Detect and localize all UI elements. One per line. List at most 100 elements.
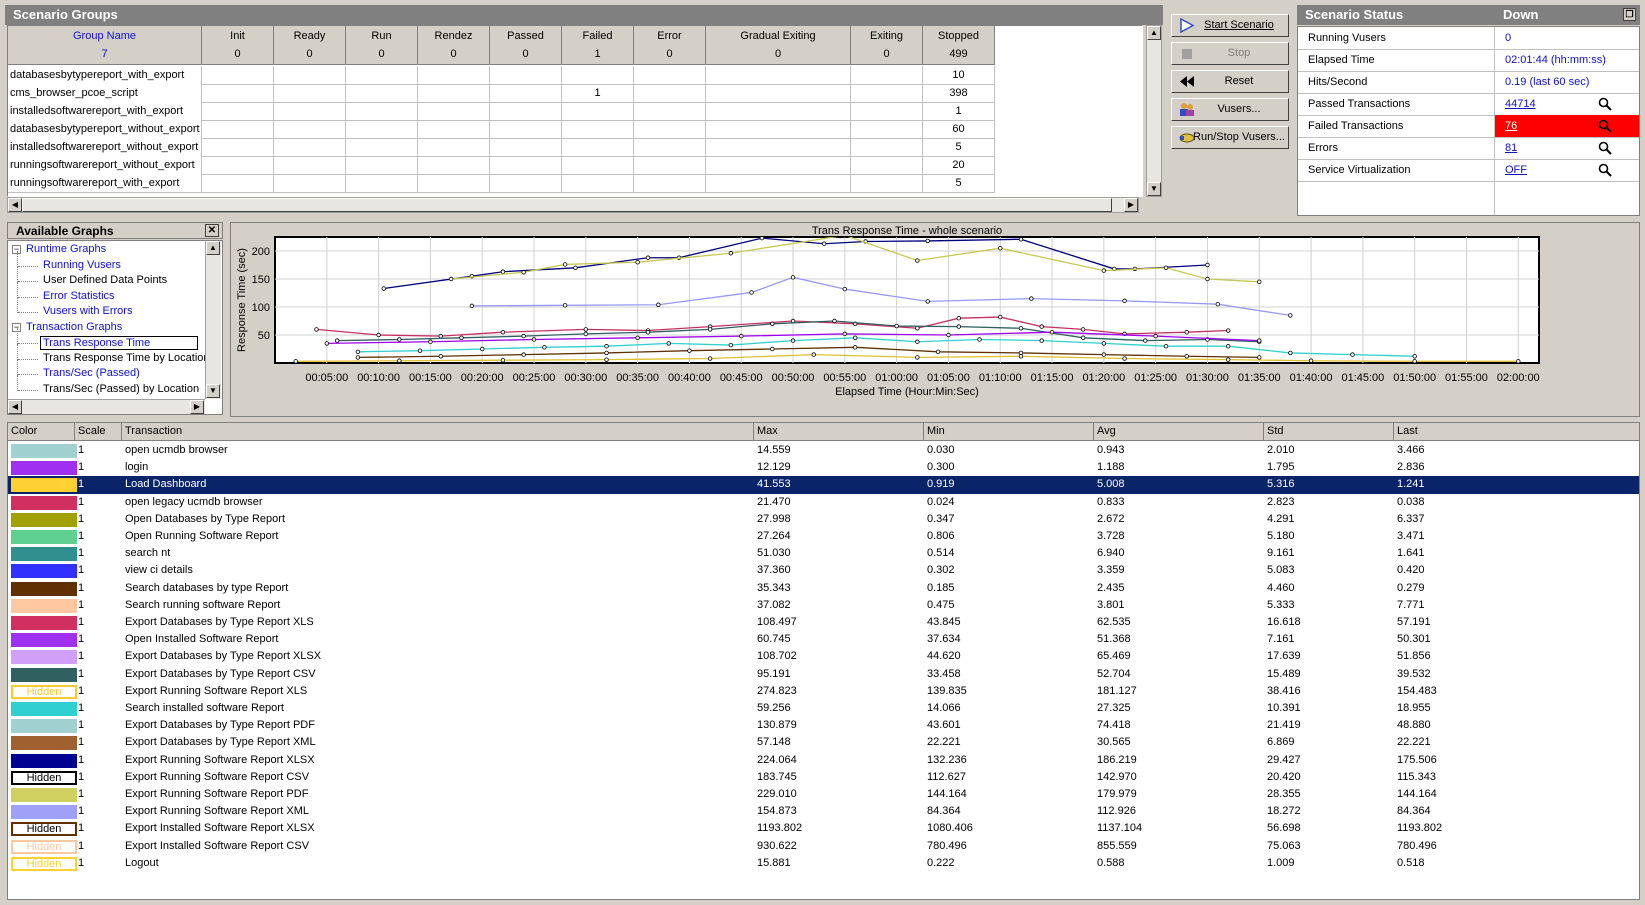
magnifier-icon[interactable]: [1598, 119, 1612, 133]
color-swatch-hidden[interactable]: Hidden: [11, 839, 77, 854]
column-header-failed[interactable]: Failed 1: [562, 26, 634, 65]
reset-button[interactable]: Reset: [1171, 70, 1289, 93]
column-header-init[interactable]: Init 0: [202, 26, 274, 65]
tree-horizontal-scrollbar[interactable]: [8, 399, 205, 414]
groups-vertical-scrollbar[interactable]: ▲ ▼: [1146, 25, 1162, 197]
table-row[interactable]: 1 Open Databases by Type Report 27.998 0.34…: [8, 511, 1639, 529]
restore-window-icon[interactable]: ❐: [1623, 8, 1636, 21]
start-scenario-button[interactable]: Start Scenario: [1171, 14, 1289, 37]
groups-horizontal-scrollbar[interactable]: ◀ ▶: [7, 197, 1139, 213]
table-row[interactable]: 1 Export Running Software Report XLSX 224.…: [8, 752, 1639, 770]
scroll-up-arrow-icon[interactable]: ▲: [1147, 26, 1161, 40]
stop-button[interactable]: Stop: [1171, 42, 1289, 65]
close-icon[interactable]: ✕: [205, 224, 219, 237]
color-swatch[interactable]: [11, 702, 77, 716]
table-row[interactable]: Hidden 1 Export Installed Software Report …: [8, 820, 1639, 838]
color-swatch-hidden[interactable]: Hidden: [11, 856, 77, 871]
table-row[interactable]: 1 Export Databases by Type Report PDF 130.…: [8, 717, 1639, 735]
column-header-std[interactable]: Std: [1264, 423, 1394, 441]
color-swatch[interactable]: [11, 667, 77, 682]
tree-item-running-vusers[interactable]: Running Vusers: [43, 259, 121, 271]
scroll-right-arrow-icon[interactable]: ▶: [1124, 198, 1138, 212]
color-swatch[interactable]: [11, 581, 77, 596]
group-row[interactable]: runningsoftwarereport_without_export 20: [8, 156, 1048, 175]
column-header-scale[interactable]: Scale: [75, 423, 122, 441]
scroll-left-arrow-icon[interactable]: ◀: [8, 400, 22, 414]
transaction-table[interactable]: Color Scale Transaction Max Min Avg Std Last 1 op…: [7, 422, 1640, 900]
table-row[interactable]: 1 login 12.129 0.300 1.188 1.795 2.836: [8, 459, 1639, 477]
table-row[interactable]: 1 Export Databases by Type Report XML 57.1…: [8, 734, 1639, 752]
table-row[interactable]: 1 open legacy ucmdb browser 21.470 0.024 0.8…: [8, 494, 1639, 512]
column-header-run[interactable]: Run 0: [346, 26, 418, 65]
table-row[interactable]: Hidden 1 Export Running Software Report XL…: [8, 683, 1639, 701]
table-row[interactable]: 1 Export Running Software Report XML 154.8…: [8, 803, 1639, 821]
column-header-ready[interactable]: Ready 0: [274, 26, 346, 65]
group-row[interactable]: runningsoftwarereport_with_export 5: [8, 174, 1048, 193]
column-header-gradual-exiting[interactable]: Gradual Exiting 0: [706, 26, 851, 65]
magnifier-icon[interactable]: [1598, 141, 1612, 155]
table-row[interactable]: Hidden 1 Logout 15.881 0.222 0.588 1.009 0.518: [8, 855, 1639, 873]
column-header-color[interactable]: Color: [8, 423, 75, 441]
run-stop-vusers-button[interactable]: Run/Stop Vusers...: [1171, 126, 1289, 149]
tree-group-runtime-graphs[interactable]: Runtime Graphs: [26, 243, 106, 255]
column-header-passed[interactable]: Passed 0: [490, 26, 562, 65]
table-row[interactable]: 1 Export Databases by Type Report XLS 108.…: [8, 614, 1639, 632]
column-header-transaction[interactable]: Transaction: [122, 423, 754, 441]
table-row[interactable]: 1 Search installed software Report 59.256 1…: [8, 700, 1639, 718]
scroll-down-arrow-icon[interactable]: ▼: [1147, 182, 1161, 196]
color-swatch[interactable]: [11, 616, 77, 630]
status-value[interactable]: 44714: [1505, 93, 1536, 115]
table-row[interactable]: 1 Load Dashboard 41.553 0.919 5.008 5.316 1.24…: [8, 476, 1639, 495]
status-value[interactable]: 81: [1505, 137, 1517, 159]
group-row[interactable]: databasesbytypereport_without_export 60: [8, 120, 1048, 139]
tree-item-trans-response-time[interactable]: Trans Response Time: [40, 336, 198, 350]
scroll-right-arrow-icon[interactable]: ▶: [190, 400, 204, 414]
group-row[interactable]: cms_browser_pcoe_script 1 398: [8, 84, 1048, 103]
color-swatch[interactable]: [11, 444, 77, 458]
magnifier-icon[interactable]: [1598, 97, 1612, 111]
table-row[interactable]: 1 search nt 51.030 0.514 6.940 9.161 1.641: [8, 545, 1639, 563]
color-swatch[interactable]: [11, 461, 77, 476]
tree-group-transaction-graphs[interactable]: Transaction Graphs: [26, 321, 122, 333]
column-header-rendez[interactable]: Rendez 0: [418, 26, 490, 65]
color-swatch[interactable]: [11, 719, 77, 734]
color-swatch[interactable]: [11, 564, 77, 579]
tree-item-trans-response-time-by-location[interactable]: Trans Response Time by Location: [43, 352, 210, 364]
tree-item-user-defined-data-points[interactable]: User Defined Data Points: [43, 274, 167, 286]
color-swatch[interactable]: [11, 547, 77, 562]
tree-item-error-statistics[interactable]: Error Statistics: [43, 290, 115, 302]
column-header-avg[interactable]: Avg: [1094, 423, 1264, 441]
scroll-thumb[interactable]: [22, 198, 1112, 212]
color-swatch[interactable]: [11, 633, 77, 648]
color-swatch[interactable]: [11, 788, 77, 802]
tree-item-vusers-with-errors[interactable]: Vusers with Errors: [43, 305, 132, 317]
scroll-left-arrow-icon[interactable]: ◀: [8, 198, 22, 212]
scroll-up-arrow-icon[interactable]: ▲: [206, 241, 220, 255]
status-value[interactable]: 76: [1505, 115, 1517, 137]
table-row[interactable]: Hidden 1 Export Installed Software Report …: [8, 838, 1639, 856]
group-row[interactable]: installedsoftwarereport_without_export 5: [8, 138, 1048, 157]
table-row[interactable]: 1 Search running software Report 37.082 0.4…: [8, 597, 1639, 615]
group-row[interactable]: databasesbytypereport_with_export 10: [8, 66, 1048, 85]
color-swatch[interactable]: [11, 736, 77, 751]
tree-vertical-scrollbar[interactable]: [205, 241, 221, 399]
column-header-stopped[interactable]: Stopped 499: [923, 26, 995, 65]
group-row[interactable]: installedsoftwarereport_with_export 1: [8, 102, 1048, 121]
table-row[interactable]: 1 Export Running Software Report PDF 229.0…: [8, 786, 1639, 804]
color-swatch[interactable]: [11, 512, 77, 527]
table-row[interactable]: 1 open ucmdb browser 14.559 0.030 0.943 2.010…: [8, 442, 1639, 460]
table-row[interactable]: 1 Export Databases by Type Report XLSX 108…: [8, 648, 1639, 666]
color-swatch-hidden[interactable]: Hidden: [11, 770, 77, 785]
color-swatch[interactable]: [11, 478, 77, 493]
table-row[interactable]: 1 Export Databases by Type Report CSV 95.1…: [8, 666, 1639, 684]
table-row[interactable]: 1 Open Running Software Report 27.264 0.806…: [8, 528, 1639, 546]
column-header-min[interactable]: Min: [924, 423, 1094, 441]
color-swatch[interactable]: [11, 805, 77, 820]
scroll-down-arrow-icon[interactable]: ▼: [206, 384, 220, 398]
table-row[interactable]: 1 Search databases by type Report 35.343 0.…: [8, 580, 1639, 598]
color-swatch[interactable]: [11, 530, 77, 544]
color-swatch[interactable]: [11, 753, 77, 768]
trans-response-time-chart[interactable]: Trans Response Time - whole scenario 50 10…: [231, 223, 1639, 416]
color-swatch[interactable]: [11, 495, 77, 510]
column-header-exiting[interactable]: Exiting 0: [851, 26, 923, 65]
